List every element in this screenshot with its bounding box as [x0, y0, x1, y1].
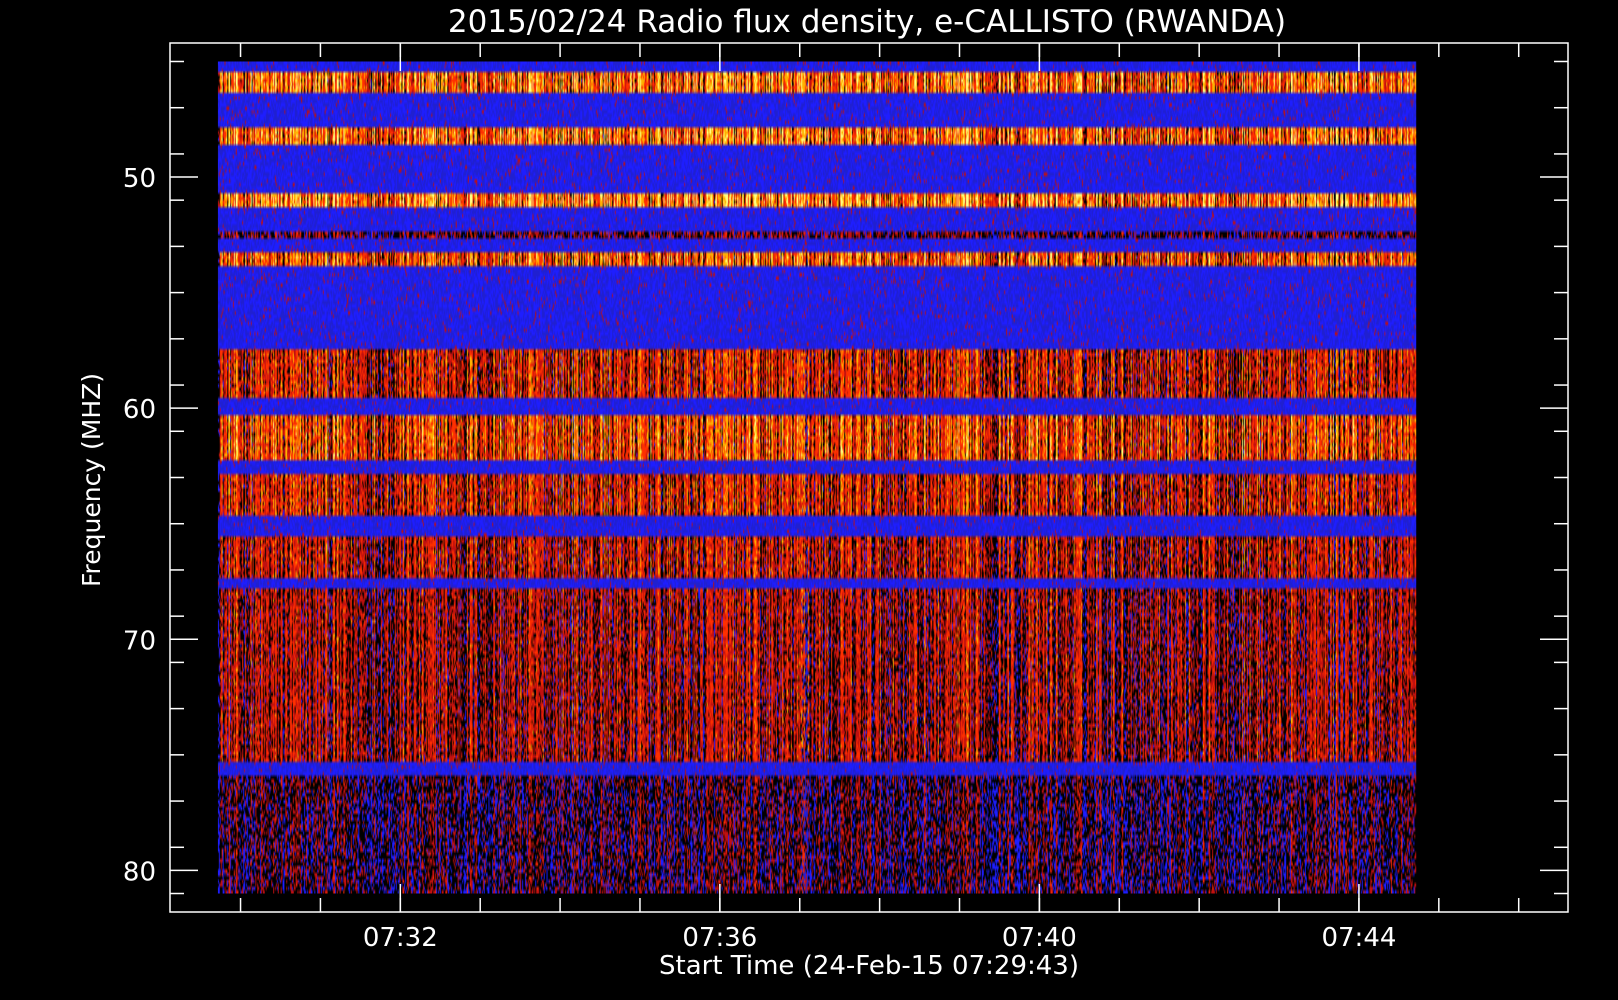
spectrogram-heatmap [217, 61, 1417, 894]
spectrogram-image [217, 61, 1417, 894]
x-tick-label: 07:36 [682, 923, 757, 953]
x-axis-label: Start Time (24-Feb-15 07:29:43) [659, 951, 1079, 981]
chart-title: 2015/02/24 Radio flux density, e-CALLIST… [448, 4, 1286, 40]
x-tick-label: 07:32 [363, 923, 438, 953]
x-tick-label: 07:40 [1002, 923, 1077, 953]
x-tick-label: 07:44 [1321, 923, 1396, 953]
y-axis-label: Frequency (MHZ) [77, 373, 106, 587]
y-tick-label: 60 [123, 395, 156, 425]
y-tick-label: 70 [123, 626, 156, 656]
y-tick-label: 80 [123, 857, 156, 887]
spectrogram-chart: 2015/02/24 Radio flux density, e-CALLIST… [0, 0, 1618, 1000]
y-tick-label: 50 [123, 164, 156, 194]
